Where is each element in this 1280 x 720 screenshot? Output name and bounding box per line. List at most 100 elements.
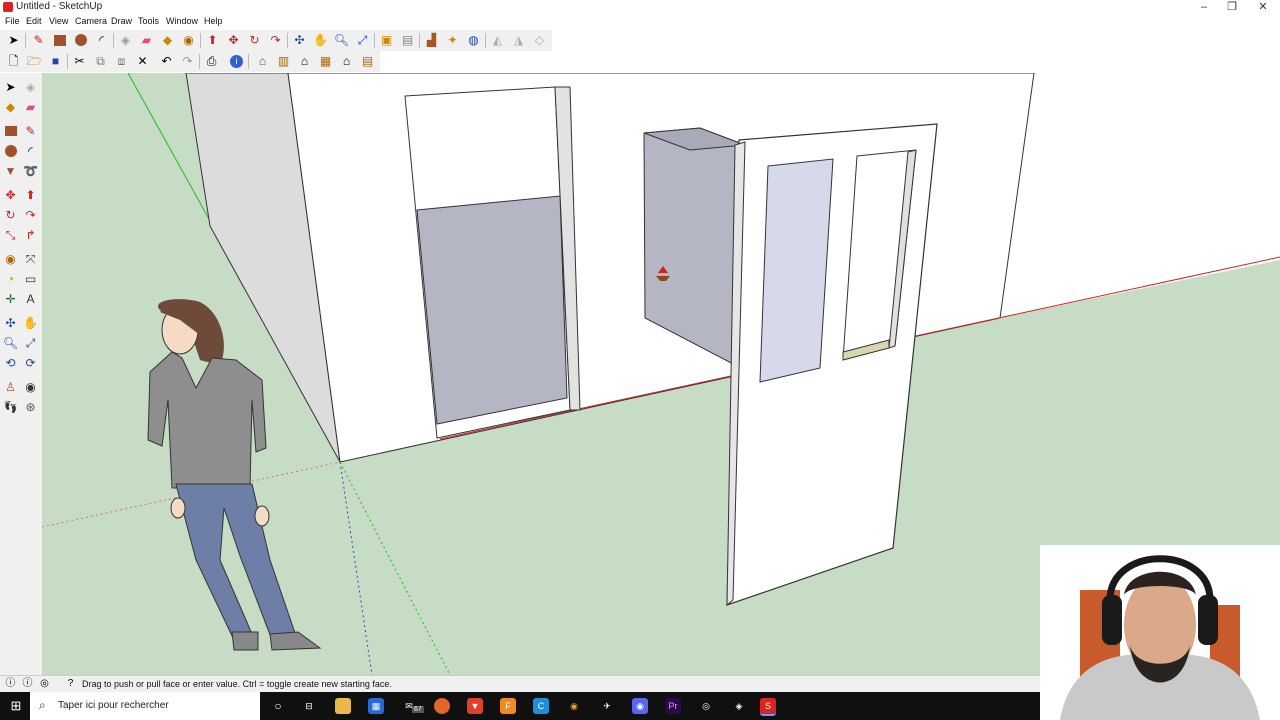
protractor-icon[interactable]: ◔ [2, 271, 19, 288]
obs-icon[interactable]: ◎ [698, 698, 714, 714]
restore-button[interactable]: ❐ [1216, 0, 1248, 15]
line-icon[interactable]: ✎ [22, 123, 39, 140]
layout-icon[interactable]: ◍ [465, 32, 482, 49]
save-icon[interactable]: ■ [47, 53, 64, 70]
new-file-icon[interactable]: 🗋 [5, 53, 22, 70]
sandbox-stamp-icon[interactable]: ◇ [531, 32, 548, 49]
previous-view-icon[interactable]: ⟲ [2, 355, 19, 372]
iso-view-icon[interactable]: ⌂ [254, 53, 271, 70]
top-view-icon[interactable]: ▥ [275, 53, 292, 70]
erase-icon[interactable]: ✕ [134, 53, 151, 70]
pan-icon[interactable]: ✋ [312, 32, 329, 49]
tape-icon[interactable]: ◉ [180, 32, 197, 49]
back-view-icon[interactable]: ⌂ [338, 53, 355, 70]
geolocation-icon[interactable]: ⓘ [2, 677, 19, 691]
dimension-icon[interactable]: ⤧ [22, 251, 39, 268]
zoom-icon[interactable]: 🔍︎ [333, 32, 350, 49]
sketchup-taskbar-icon[interactable]: S [760, 698, 776, 716]
pan-icon[interactable]: ✋ [22, 315, 39, 332]
cut-icon[interactable]: ✂ [71, 53, 88, 70]
arc-icon[interactable]: ◜ [22, 143, 39, 160]
offset-icon[interactable]: ↱ [22, 227, 39, 244]
next-view-icon[interactable]: ⟳ [22, 355, 39, 372]
cortana-icon[interactable]: ○ [270, 698, 286, 714]
orbit-icon[interactable]: ✣ [2, 315, 19, 332]
cortana-c-icon[interactable]: C [533, 698, 549, 714]
model-info-icon[interactable]: i [228, 53, 245, 70]
menu-file[interactable]: File [5, 16, 20, 26]
paint-bucket-icon[interactable]: ◆ [2, 99, 19, 116]
rotate-icon[interactable]: ↻ [246, 32, 263, 49]
paint-bucket-icon[interactable]: ◆ [159, 32, 176, 49]
paste-icon[interactable]: ⧈ [113, 53, 130, 70]
rectangle-icon[interactable] [51, 32, 68, 49]
look-around-icon[interactable]: ◉ [22, 379, 39, 396]
close-button[interactable]: ✕ [1247, 0, 1279, 15]
right-view-icon[interactable]: ▦ [317, 53, 334, 70]
left-view-icon[interactable]: ▤ [359, 53, 376, 70]
tool-icon[interactable]: ✈ [599, 698, 615, 714]
firefox-icon[interactable] [434, 698, 450, 714]
circle-icon[interactable] [72, 32, 89, 49]
instructor-help-icon[interactable]: ? [62, 677, 79, 691]
text-icon[interactable]: ▭ [22, 271, 39, 288]
axes-icon[interactable]: ✛ [2, 291, 19, 308]
redo-icon[interactable]: ↷ [179, 53, 196, 70]
zoom-window-icon[interactable]: ⤢ [22, 335, 39, 352]
rotate-icon[interactable]: ↻ [2, 207, 19, 224]
freehand-icon[interactable]: ➰ [22, 163, 39, 180]
discord-icon[interactable]: ◉ [632, 698, 648, 714]
arc-icon[interactable]: ◜ [93, 32, 110, 49]
move-icon[interactable]: ✥ [2, 187, 19, 204]
make-component-icon[interactable]: ◈ [117, 32, 134, 49]
open-file-icon[interactable]: 🗁 [26, 53, 43, 70]
menu-view[interactable]: View [49, 16, 68, 26]
share-model-icon[interactable]: ▤ [399, 32, 416, 49]
premiere-icon[interactable]: Pr [665, 698, 681, 714]
3d-warehouse-icon[interactable]: ▟ [423, 32, 440, 49]
select-icon[interactable]: ➤ [2, 79, 19, 96]
scale-icon[interactable]: ⤡ [2, 227, 19, 244]
zoom-extents-icon[interactable]: ⤢ [354, 32, 371, 49]
credits-icon[interactable]: ⓘ [19, 677, 36, 691]
make-component-icon[interactable]: ◈ [22, 79, 39, 96]
user-icon[interactable]: ◎ [36, 677, 53, 691]
zoom-icon[interactable]: 🔍︎ [2, 335, 19, 352]
circle-icon[interactable] [2, 143, 19, 160]
tape-measure-icon[interactable]: ◉ [2, 251, 19, 268]
menu-camera[interactable]: Camera [75, 16, 107, 26]
position-camera-icon[interactable]: ♙ [2, 379, 19, 396]
menu-help[interactable]: Help [204, 16, 223, 26]
blender-icon[interactable]: ◉ [566, 698, 582, 714]
polygon-icon[interactable]: ▼ [2, 163, 19, 180]
taskbar-search[interactable]: ⌕ Taper ici pour rechercher [30, 692, 260, 720]
gpu-icon[interactable]: ◈ [731, 698, 747, 714]
menu-draw[interactable]: Draw [111, 16, 132, 26]
rectangle-icon[interactable] [2, 123, 19, 140]
eraser-icon[interactable]: ▰ [138, 32, 155, 49]
section-plane-icon[interactable]: ⊛ [22, 399, 39, 416]
sandbox-from-contours-icon[interactable]: ◭ [489, 32, 506, 49]
print-icon[interactable]: ⎙ [203, 53, 220, 70]
menu-edit[interactable]: Edit [26, 16, 42, 26]
extension-warehouse-icon[interactable]: ✦ [444, 32, 461, 49]
undo-icon[interactable]: ↶ [158, 53, 175, 70]
select-icon[interactable]: ➤ [5, 32, 22, 49]
task-view-icon[interactable]: ⊟ [301, 698, 317, 714]
sandbox-smoove-icon[interactable]: ◮ [510, 32, 527, 49]
menu-window[interactable]: Window [166, 16, 198, 26]
follow-me-icon[interactable]: ↷ [22, 207, 39, 224]
copy-icon[interactable]: ⧉ [92, 53, 109, 70]
move-icon[interactable]: ✥ [225, 32, 242, 49]
windows-start-icon[interactable]: ⊞ [8, 698, 24, 714]
brave-icon[interactable]: ▼ [467, 698, 483, 714]
pencil-icon[interactable]: ✎ [30, 32, 47, 49]
3d-text-icon[interactable]: A [22, 291, 39, 308]
follow-me-icon[interactable]: ↷ [267, 32, 284, 49]
menu-tools[interactable]: Tools [138, 16, 159, 26]
file-explorer-icon[interactable] [335, 698, 351, 714]
foxit-icon[interactable]: F [500, 698, 516, 714]
orbit-icon[interactable]: ✣ [291, 32, 308, 49]
push-pull-icon[interactable]: ⬆ [204, 32, 221, 49]
walk-icon[interactable]: 👣︎ [2, 399, 19, 416]
